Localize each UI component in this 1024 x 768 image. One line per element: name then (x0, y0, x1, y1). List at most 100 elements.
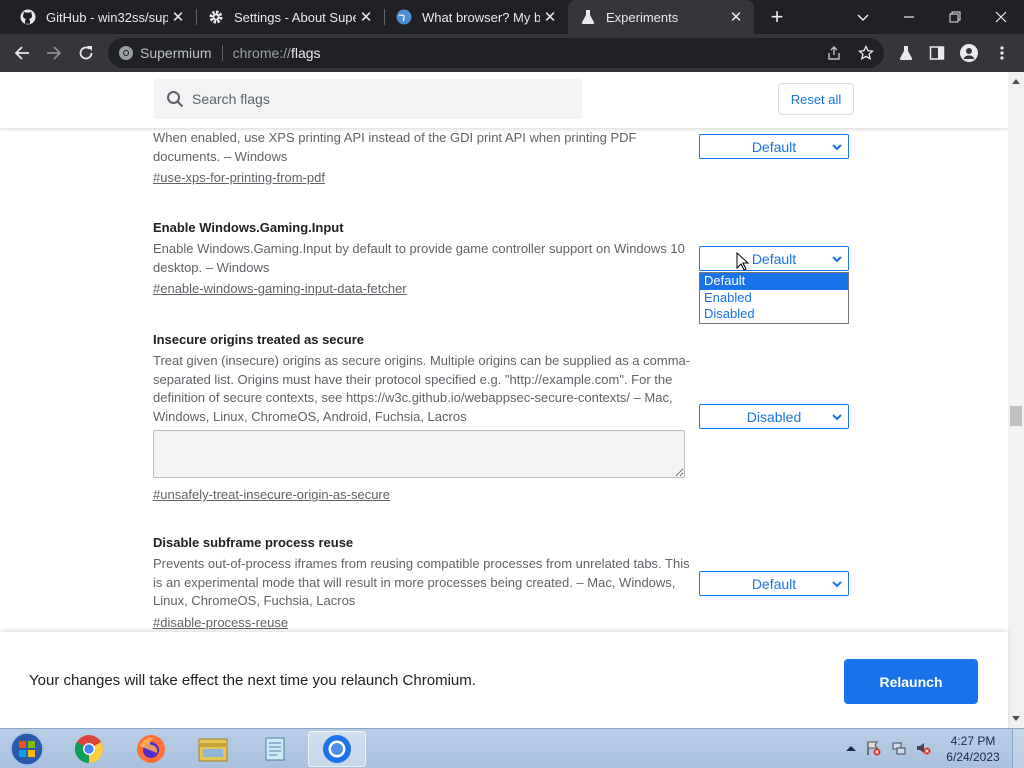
close-icon (995, 11, 1007, 23)
start-button[interactable] (0, 731, 54, 767)
browser-toolbar: Supermium chrome://flags (0, 34, 1024, 72)
minimize-button[interactable] (886, 0, 932, 34)
close-icon[interactable]: ✕ (726, 7, 746, 27)
dropdown-option[interactable]: Default (700, 273, 848, 290)
file-explorer-icon (198, 738, 228, 762)
flag-description: Enable Windows.Gaming.Input by default t… (153, 241, 685, 275)
close-icon[interactable]: ✕ (168, 7, 188, 27)
tab-experiments[interactable]: Experiments ✕ (568, 0, 754, 34)
restore-icon (949, 11, 961, 23)
close-window-button[interactable] (978, 0, 1024, 34)
back-button[interactable] (8, 39, 36, 67)
taskbar-firefox[interactable] (122, 731, 180, 767)
search-input[interactable] (192, 91, 572, 107)
flag-select[interactable]: Default (699, 246, 849, 271)
taskbar-chrome[interactable] (60, 731, 118, 767)
clock-date: 6/24/2023 (946, 750, 1000, 764)
flag-select[interactable]: Disabled (699, 404, 849, 429)
side-panel-icon (929, 46, 945, 60)
flag-title: Enable Windows.Gaming.Input (153, 220, 344, 235)
notepad-icon (265, 737, 285, 761)
flag-select[interactable]: Default (699, 571, 849, 596)
tab-what-browser[interactable]: What browser? My bro ✕ (384, 0, 568, 34)
profile-button[interactable] (955, 39, 983, 67)
tab-title: Settings - About Supen (234, 9, 356, 25)
omnibox-separator (221, 45, 223, 61)
origins-textarea[interactable] (153, 430, 685, 478)
flag-description: Prevents out-of-process iframes from reu… (153, 556, 690, 608)
chevron-down-icon (832, 144, 842, 151)
share-icon[interactable] (826, 45, 842, 66)
reset-all-button[interactable]: Reset all (778, 83, 854, 115)
action-center-icon[interactable] (864, 739, 882, 757)
flag-link[interactable]: #enable-windows-gaming-input-data-fetche… (153, 280, 407, 298)
arrow-left-icon (14, 46, 29, 60)
tab-github[interactable]: GitHub - win32ss/supe ✕ (8, 0, 196, 34)
select-value: Default (751, 138, 797, 155)
tab-settings[interactable]: Settings - About Supen ✕ (196, 0, 384, 34)
relaunch-button[interactable]: Relaunch (844, 659, 978, 704)
supermium-icon (118, 45, 134, 61)
tab-title: What browser? My bro (422, 9, 540, 25)
flags-page: Reset all When enabled, use XPS printing… (0, 72, 1008, 632)
taskbar-file-explorer[interactable] (184, 731, 242, 767)
flags-header: Reset all (0, 72, 1008, 128)
flag-description: When enabled, use XPS printing API inste… (153, 130, 637, 164)
select-value: Disabled (746, 408, 802, 425)
side-panel-button[interactable] (923, 39, 951, 67)
close-icon[interactable]: ✕ (356, 7, 376, 27)
bookmark-star-icon[interactable] (857, 44, 875, 66)
taskbar-notepad[interactable] (246, 731, 304, 767)
flag-link[interactable]: #use-xps-for-printing-from-pdf (153, 169, 325, 187)
scrollbar-thumb[interactable] (1010, 406, 1022, 426)
new-tab-button[interactable]: + (765, 4, 789, 29)
search-icon (166, 90, 184, 108)
flag-windows-gaming-input: Enable Windows.Gaming.Input Enable Windo… (153, 219, 693, 298)
chrome-icon (75, 735, 103, 763)
forward-button[interactable] (40, 39, 68, 67)
clock-time: 4:27 PM (950, 734, 996, 748)
scroll-up-icon[interactable] (1008, 74, 1024, 88)
vertical-scrollbar[interactable] (1008, 72, 1024, 728)
chevron-down-icon (832, 256, 842, 263)
address-bar[interactable]: Supermium chrome://flags (108, 38, 884, 68)
minimize-icon (904, 16, 914, 18)
chevron-down-icon (832, 581, 842, 588)
search-box[interactable] (154, 79, 582, 119)
chromium-icon (323, 735, 351, 763)
relaunch-message: Your changes will take effect the next t… (29, 672, 476, 689)
flag-link[interactable]: #disable-process-reuse (153, 614, 288, 632)
flag-disable-process-reuse: Disable subframe process reuse Prevents … (153, 534, 693, 632)
tab-strip: GitHub - win32ss/supe ✕ Settings - About… (0, 0, 1024, 34)
close-icon[interactable]: ✕ (540, 7, 560, 27)
flask-icon (580, 9, 596, 25)
show-desktop-button[interactable] (1012, 729, 1024, 768)
taskbar-clock[interactable]: 4:27 PM 6/24/2023 (940, 733, 1006, 765)
experiments-button[interactable] (892, 39, 920, 67)
firefox-icon (137, 735, 165, 763)
tab-search-button[interactable] (840, 0, 886, 34)
show-hidden-icons[interactable] (842, 739, 860, 757)
reload-button[interactable] (72, 39, 100, 67)
dropdown-option[interactable]: Enabled (700, 290, 848, 307)
volume-muted-icon[interactable] (914, 739, 932, 757)
restore-button[interactable] (932, 0, 978, 34)
chevron-down-icon (857, 14, 869, 22)
reload-icon (79, 46, 93, 60)
dropdown-option[interactable]: Disabled (700, 306, 848, 323)
flag-select[interactable]: Default (699, 134, 849, 159)
flag-description: Treat given (insecure) origins as secure… (153, 353, 691, 424)
mouse-cursor-icon (736, 252, 750, 271)
flag-link[interactable]: #unsafely-treat-insecure-origin-as-secur… (153, 486, 390, 504)
network-icon[interactable] (890, 739, 908, 757)
flag-title: Insecure origins treated as secure (153, 332, 364, 347)
tab-title: Experiments (606, 9, 679, 25)
flag-title: Disable subframe process reuse (153, 535, 354, 550)
scroll-down-icon[interactable] (1008, 712, 1024, 726)
menu-button[interactable] (988, 39, 1016, 67)
windows-taskbar: 4:27 PM 6/24/2023 (0, 728, 1024, 768)
taskbar-chromium[interactable] (308, 731, 366, 767)
arrow-right-icon (47, 46, 62, 60)
flask-icon (899, 46, 913, 60)
globe-icon (396, 9, 412, 25)
